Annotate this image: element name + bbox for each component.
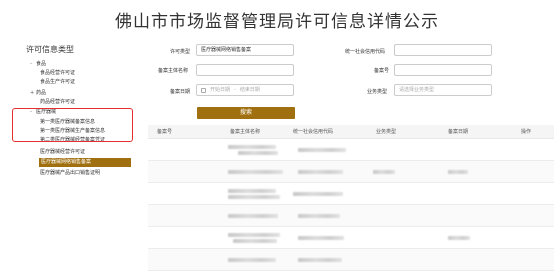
start-date-input[interactable]: 开始日期	[210, 85, 230, 95]
redacted-cell	[448, 236, 470, 240]
redacted-cell	[228, 258, 276, 262]
business-type-select[interactable]: 请选择业务类型	[394, 84, 492, 96]
credit-code-label: 统一社会信用代码	[345, 49, 386, 55]
credit-code-input[interactable]	[394, 44, 492, 56]
subject-name-input[interactable]	[196, 64, 294, 76]
tree-group-food[interactable]: - 食品	[30, 60, 46, 68]
redacted-cell	[298, 170, 343, 174]
redacted-cell	[228, 189, 276, 193]
redacted-cell	[298, 258, 342, 262]
record-no-label: 备案号	[374, 68, 390, 74]
redacted-cell	[228, 195, 280, 199]
sidebar-item-drug-business[interactable]: 药品经营许可证	[40, 98, 75, 106]
redacted-cell	[228, 145, 276, 149]
subject-name-label: 备案主体名称	[158, 68, 189, 74]
column-header-record-date[interactable]: 备案日期	[448, 125, 468, 139]
record-date-range-picker[interactable]: 开始日期 - 结束日期	[196, 84, 294, 96]
sidebar-item-device-export-cert[interactable]: 医疗器械产品出口销售证明	[40, 169, 100, 177]
column-header-actions[interactable]: 操作	[521, 125, 531, 139]
table-row[interactable]	[148, 161, 554, 183]
column-header-subject-name[interactable]: 备案主体名称	[230, 125, 260, 139]
column-header-record-no[interactable]: 备案号	[157, 125, 172, 139]
tree-group-drug[interactable]: + 药品	[30, 89, 46, 97]
page-title: 佛山市市场监督管理局许可信息详情公示	[115, 12, 439, 32]
table-row[interactable]	[148, 227, 554, 249]
column-header-credit-code[interactable]: 统一社会信用代码	[293, 125, 333, 139]
license-type-field[interactable]: 医疗器械网络销售备案	[196, 44, 294, 56]
highlight-annotation-box	[12, 108, 133, 142]
table-row[interactable]	[148, 183, 554, 205]
sidebar-title: 许可信息类型	[26, 45, 74, 54]
sidebar-item-food-production[interactable]: 食品生产许可证	[40, 78, 75, 86]
sidebar-item-device-business-license[interactable]: 医疗器械经营许可证	[40, 148, 85, 156]
table-header: 备案号 备案主体名称 统一社会信用代码 业务类型 备案日期 操作	[148, 125, 554, 139]
redacted-cell	[228, 170, 283, 174]
column-header-business-type[interactable]: 业务类型	[376, 125, 396, 139]
redacted-cell	[228, 233, 280, 237]
search-button[interactable]: 搜索	[197, 107, 295, 119]
table-row[interactable]	[148, 205, 554, 227]
redacted-cell	[298, 214, 340, 218]
table-row[interactable]	[148, 249, 554, 271]
redacted-cell	[298, 236, 344, 240]
sidebar: 许可信息类型 - 食品 食品经营许可证 食品生产许可证 + 药品 药品经营许可证 -…	[0, 44, 138, 273]
table-row[interactable]	[148, 139, 554, 161]
redacted-cell	[238, 151, 278, 155]
record-no-input[interactable]	[394, 64, 492, 76]
redacted-cell	[448, 170, 468, 174]
redacted-cell	[233, 239, 277, 243]
redacted-cell	[298, 148, 346, 152]
redacted-cell	[293, 192, 343, 196]
end-date-input[interactable]: 结束日期	[240, 85, 260, 95]
sidebar-item-food-business[interactable]: 食品经营许可证	[40, 69, 75, 77]
license-type-label: 许可类型	[170, 49, 191, 55]
record-date-label: 备案日期	[170, 89, 191, 95]
business-type-label: 业务类型	[367, 89, 388, 95]
calendar-icon	[201, 87, 206, 93]
redacted-cell	[373, 170, 395, 174]
redacted-cell	[228, 214, 278, 218]
sidebar-item-device-online-sales[interactable]: 医疗器械网络销售备案	[39, 158, 131, 167]
date-separator: -	[234, 87, 236, 93]
